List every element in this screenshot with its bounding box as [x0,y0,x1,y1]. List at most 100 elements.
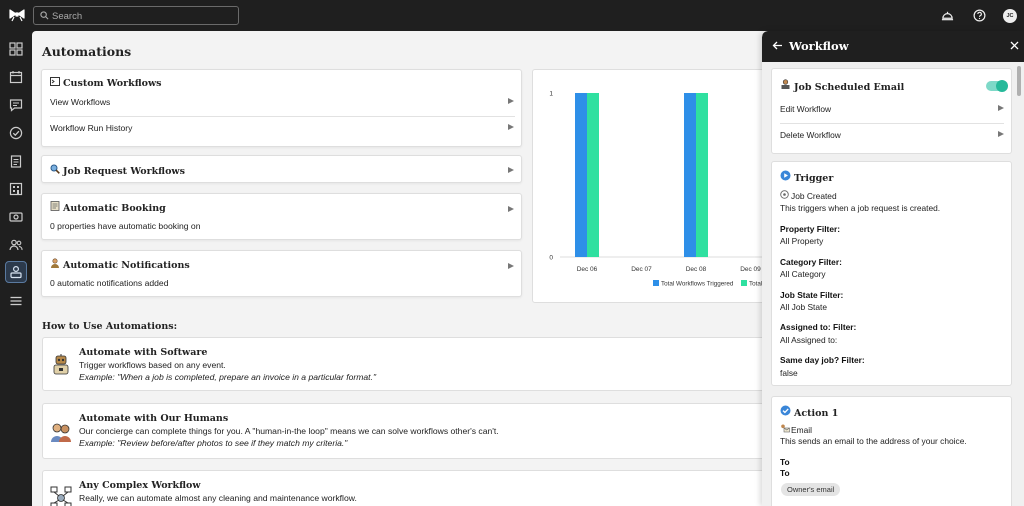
delete-workflow-link[interactable]: Delete Workflow [780,130,841,140]
bar-dec-06-series-1 [575,93,587,257]
legend-swatch [653,280,659,286]
legend-label: Total [749,281,762,288]
automatic-notifications-title: Automatic Notifications [63,260,190,271]
automatic-notifications-status: 0 automatic notifications added [50,278,169,288]
job-state-filter-value: All Job State [780,302,828,312]
search-input[interactable] [52,9,232,23]
how-example-humans: Example: "Review before/after photos to … [79,438,348,448]
logo-icon[interactable] [9,8,25,22]
automatic-booking-status: 0 properties have automatic booking on [50,221,201,231]
workflow-enabled-toggle[interactable] [986,80,1008,92]
how-card-humans: Automate with Our Humans Our concierge c… [42,403,782,459]
automatic-booking-title: Automatic Booking [63,203,166,214]
chart-svg: 0 1 Dec 06 Dec 07 Dec 08 Dec 09 Total Workflow… [549,91,773,288]
play-circle-icon [780,170,791,184]
legend-swatch [741,280,747,286]
action-card: Action 1 Email This sends an email to th… [771,396,1012,506]
y-tick-label: 1 [549,91,553,98]
job-workflow-card: Job Scheduled Email Edit Workflow Delete… [771,68,1012,154]
concierge-people-icon [50,420,72,444]
clipboard-icon[interactable] [9,154,23,168]
robot-worker-icon [50,353,72,377]
category-filter-label: Category Filter: [780,257,842,267]
how-title-humans: Automate with Our Humans [79,413,229,424]
how-title-complex: Any Complex Workflow [79,480,201,491]
check-circle-icon[interactable] [9,126,23,140]
ledger-icon [50,201,60,214]
magnifier-icon [50,164,60,177]
job-created-icon [780,190,791,201]
page-title: Automations [42,44,132,59]
job-workflow-title: Job Scheduled Email [794,82,905,93]
legend-label: Total Workflows Triggered [661,281,734,288]
job-request-workflows-title: Job Request Workflows [63,166,185,177]
chevron-right-icon[interactable] [998,131,1004,137]
how-card-complex: Any Complex Workflow Really, we can auto… [42,470,782,506]
building-icon[interactable] [9,182,23,196]
how-desc-software: Trigger workflows based on any event. [79,360,226,370]
workflow-run-history-link[interactable]: Workflow Run History [50,123,132,133]
chevron-right-icon[interactable] [998,105,1004,111]
automatic-notifications-card[interactable]: Automatic Notifications 0 automatic noti… [41,250,522,297]
bar-dec-06-series-2 [587,93,599,257]
automations-icon[interactable] [5,261,27,283]
chat-icon[interactable] [9,98,23,112]
action-title: Action 1 [794,408,839,419]
bar-dec-08-series-2 [696,93,708,257]
panel-scrollbar[interactable] [1017,66,1021,96]
money-icon[interactable] [9,210,23,224]
dashboard-icon[interactable] [9,42,23,56]
how-example-software: Example: "When a job is completed, prepa… [79,372,377,382]
category-filter-value: All Category [780,269,826,279]
how-desc-complex: Really, we can automate almost any clean… [79,493,357,503]
side-nav [0,31,32,506]
cloche-icon[interactable] [941,9,954,22]
divider [780,123,1004,124]
owner-email-chip[interactable]: Owner's email [781,483,841,496]
custom-workflows-title: Custom Workflows [63,78,162,89]
workflow-graph-icon [50,485,72,506]
close-icon[interactable] [1010,41,1019,50]
workflow-panel: Workflow Job Scheduled Email Edit Workfl… [762,31,1024,506]
trigger-card: Trigger Job Created This triggers when a… [771,161,1012,386]
users-icon[interactable] [9,238,23,252]
trigger-title: Trigger [794,173,834,184]
terminal-icon [50,77,60,89]
job-state-filter-label: Job State Filter: [780,290,844,300]
search-box[interactable] [33,6,239,25]
top-bar: JC [0,0,1024,31]
help-icon[interactable] [973,9,986,22]
trigger-event: Job Created [791,191,837,201]
workflows-chart: 0 1 Dec 06 Dec 07 Dec 08 Dec 09 Total Workflow… [532,69,773,303]
view-workflows-link[interactable]: View Workflows [50,97,110,107]
chevron-right-icon[interactable] [508,167,514,173]
calendar-icon[interactable] [9,70,23,84]
action-type: Email [791,425,812,435]
chevron-right-icon[interactable] [508,124,514,130]
automatic-booking-card[interactable]: Automatic Booking 0 properties have auto… [41,193,522,240]
x-tick-label: Dec 06 [577,266,598,273]
how-card-software: Automate with Software Trigger workflows… [42,337,782,391]
to-label: To [780,457,790,467]
avatar[interactable]: JC [1003,9,1017,23]
bar-dec-08-series-1 [684,93,696,257]
same-day-filter-label: Same day job? Filter: [780,355,865,365]
property-filter-value: All Property [780,236,824,246]
how-desc-humans: Our concierge can complete things for yo… [79,426,499,436]
same-day-filter-value: false [780,368,798,378]
custom-workflows-card: Custom Workflows View Workflows Workflow… [41,69,522,147]
divider [50,116,515,117]
search-icon [40,11,49,20]
y-tick-label: 0 [549,255,553,262]
chevron-right-icon[interactable] [508,206,514,212]
property-filter-label: Property Filter: [780,224,841,234]
job-request-workflows-card[interactable]: Job Request Workflows [41,155,522,183]
chevron-right-icon[interactable] [508,98,514,104]
chevron-right-icon[interactable] [508,263,514,269]
menu-icon[interactable] [9,294,23,308]
person-laptop-icon [780,79,791,93]
x-tick-label: Dec 07 [631,266,652,273]
edit-workflow-link[interactable]: Edit Workflow [780,104,831,114]
back-arrow-icon[interactable] [772,40,783,51]
assigned-filter-value: All Assigned to: [780,335,838,345]
